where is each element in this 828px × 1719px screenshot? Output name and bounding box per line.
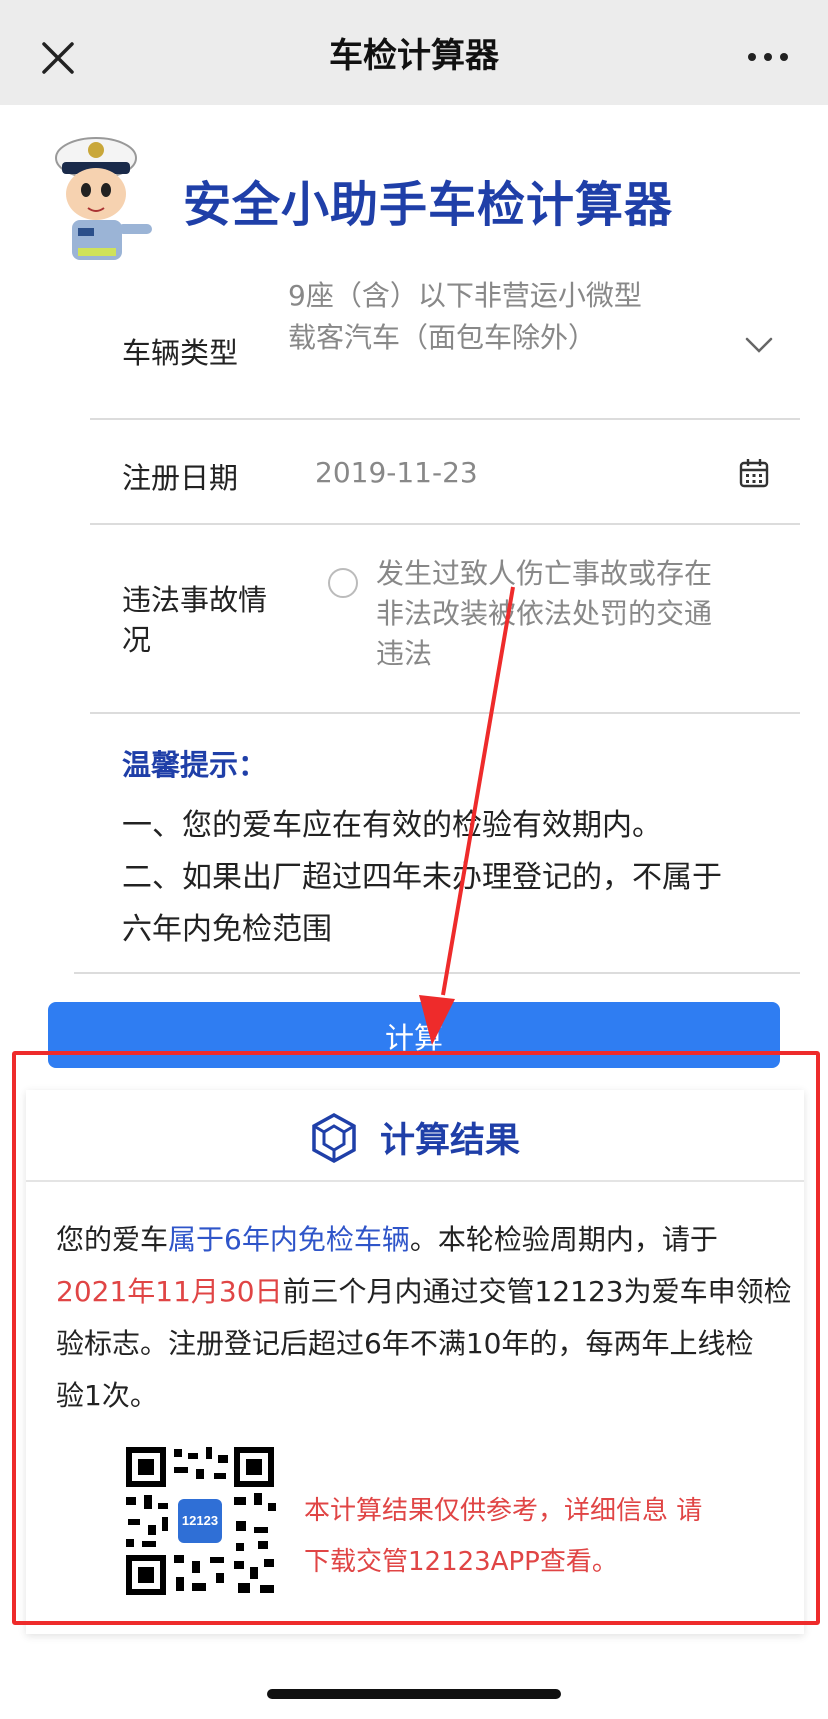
violation-option-line3: 违法 (376, 637, 433, 670)
register-date-label: 注册日期 (122, 461, 239, 495)
tips-line-1: 一、您的爱车应在有效的检验有效期内。 (122, 808, 662, 843)
app-title: 安全小助手车检计算器 (183, 177, 674, 233)
divider (90, 523, 800, 525)
violation-label-line2: 况 (122, 623, 152, 657)
chevron-down-icon[interactable] (744, 335, 774, 355)
violation-option-line1: 发生过致人伤亡事故或存在 (376, 557, 713, 590)
violation-label-line1: 违法事故情 (122, 583, 268, 617)
traffic-police-mascot (55, 137, 152, 260)
register-date-input[interactable]: 2019-11-23 (315, 452, 478, 494)
tips-title: 温馨提示： (122, 748, 268, 782)
vehicle-type-label: 车辆类型 (122, 336, 239, 370)
tips-line-2: 二、如果出厂超过四年未办理登记的，不属于 (122, 860, 722, 895)
divider (90, 418, 800, 420)
violation-option-text[interactable]: 发生过致人伤亡事故或存在 非法改装被依法处罚的交通 违法 (376, 554, 712, 674)
vehicle-type-value-line1: 9座（含）以下非营运小微型 (288, 279, 642, 312)
calendar-icon[interactable] (738, 457, 770, 489)
more-dots-icon[interactable] (746, 50, 790, 64)
tips-line-3: 六年内免检范围 (122, 912, 332, 947)
violation-radio[interactable] (328, 568, 358, 598)
vehicle-type-value-line2: 载客汽车（面包车除外） (288, 321, 597, 354)
nav-bar (0, 0, 828, 105)
home-indicator (267, 1689, 561, 1699)
close-icon[interactable] (38, 38, 78, 78)
divider (90, 712, 800, 714)
violation-option-line2: 非法改装被依法处罚的交通 (376, 597, 713, 630)
divider (74, 972, 800, 974)
annotation-highlight-box (12, 1051, 820, 1625)
vehicle-type-select[interactable]: 9座（含）以下非营运小微型 载客汽车（面包车除外） (288, 275, 642, 359)
violation-label: 违法事故情 况 (122, 580, 267, 660)
